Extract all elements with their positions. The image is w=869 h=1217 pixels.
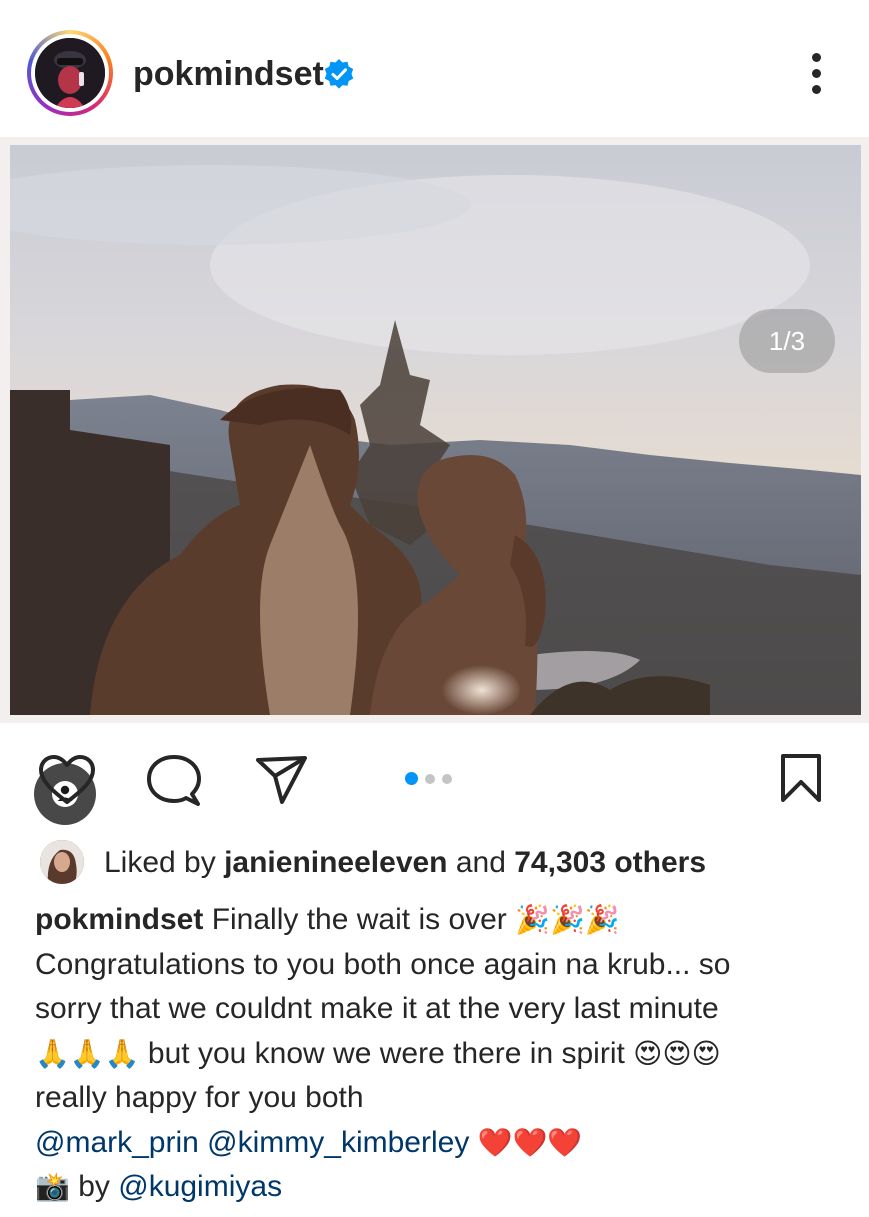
couple-sunset-photo [10, 165, 861, 715]
caption-line: Congratulations to you both once again n… [35, 947, 731, 981]
likes-summary: Liked by janienineeleven and 74,303 othe… [104, 846, 707, 879]
likes-count[interactable]: 74,303 others [514, 846, 706, 879]
party-emoji: 🎉🎉🎉 [515, 903, 620, 936]
caption-line: really happy for you both [35, 1081, 364, 1114]
carousel-dot-2 [425, 773, 435, 784]
post-header: pokmindset [0, 0, 869, 138]
liker-portrait-icon [40, 840, 84, 884]
liker-username[interactable]: janienineeleven [224, 846, 447, 879]
mention-link[interactable]: @mark_prin [35, 1126, 199, 1159]
caption-line: pokmindset Finally the wait is over 🎉🎉🎉 [35, 903, 620, 936]
pray-emoji: 🙏🙏🙏 [35, 1036, 140, 1070]
caption-line: sorry that we couldnt make it at the ver… [35, 992, 719, 1025]
post-caption: pokmindset Finally the wait is over 🎉🎉🎉 … [35, 898, 850, 1210]
post-photo [10, 145, 861, 715]
comment-icon[interactable] [146, 754, 202, 808]
liker-avatar[interactable] [40, 840, 84, 884]
profile-avatar[interactable] [35, 38, 105, 108]
more-options-icon[interactable] [806, 53, 826, 97]
image-counter: 1/3 [739, 309, 835, 373]
verified-badge-icon [324, 59, 354, 89]
caption-line: @mark_prin @kimmy_kimberley ❤️❤️❤️ [35, 1121, 850, 1166]
story-ring[interactable] [27, 30, 113, 116]
post-media[interactable]: 1/3 [0, 137, 869, 825]
share-send-icon[interactable] [255, 754, 309, 806]
carousel-indicator [405, 770, 459, 786]
post-username[interactable]: pokmindset [133, 55, 324, 94]
save-bookmark-icon[interactable] [778, 752, 824, 804]
red-heart-emoji: ❤️❤️❤️ [477, 1125, 583, 1159]
heart-eyes-emoji: 😍😍😍 [633, 1036, 721, 1070]
avatar-portrait-icon [35, 38, 105, 108]
carousel-dot-3 [442, 773, 452, 784]
caption-username[interactable]: pokmindset [35, 903, 203, 936]
mention-link[interactable]: @kugimiyas [118, 1170, 282, 1203]
camera-flash-emoji: 📸 [35, 1170, 70, 1203]
caption-line: 📸 by @kugimiyas [35, 1170, 283, 1203]
caption-line: 🙏🙏🙏 but you know we were there in spirit… [35, 1036, 721, 1070]
like-heart-icon[interactable] [38, 754, 96, 806]
mention-link[interactable]: @kimmy_kimberley [207, 1126, 469, 1159]
